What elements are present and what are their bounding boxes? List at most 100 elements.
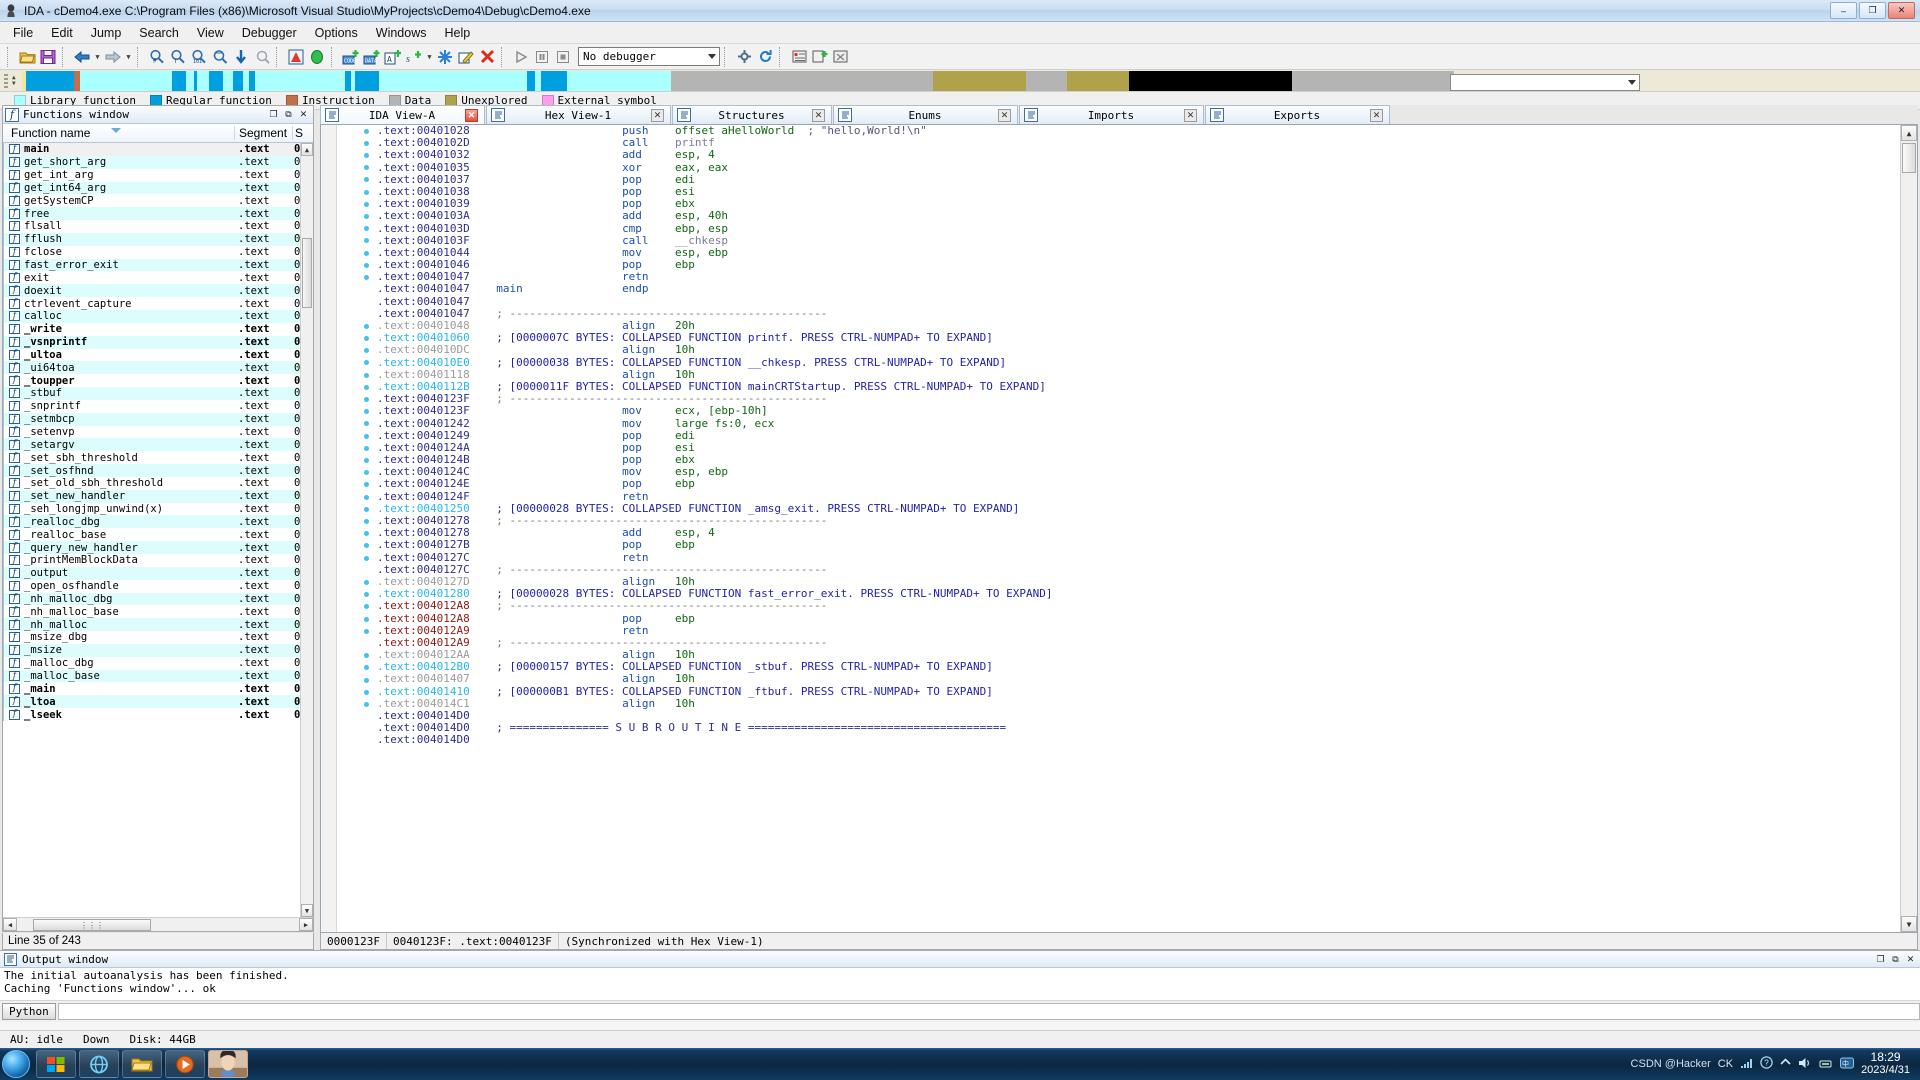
breakpoint-dot-icon[interactable] — [364, 677, 369, 683]
debug-options-icon[interactable] — [734, 47, 754, 67]
tab-close-icon[interactable]: ✕ — [465, 108, 478, 122]
navband-segment[interactable] — [567, 70, 671, 91]
search-hash-icon[interactable]: # — [147, 47, 167, 67]
function-list-row[interactable]: f _realloc_base .text 0 — [3, 528, 313, 542]
function-list-row[interactable]: f _stbuf .text 0 — [3, 387, 313, 400]
pause-icon[interactable] — [532, 47, 552, 67]
breakpoint-dot-icon[interactable] — [364, 543, 369, 549]
breakpoint-dot-icon[interactable] — [364, 396, 369, 402]
make-array-icon[interactable]: s — [404, 47, 424, 67]
view-tabstrip[interactable]: IDA View-A ✕ Hex View-1 ✕ Structures ✕ Enums ✕ I… — [320, 105, 1918, 124]
tab-hex-view-1[interactable]: Hex View-1 ✕ — [486, 105, 671, 124]
navband-segment[interactable] — [671, 70, 933, 91]
breakpoint-dot-icon[interactable] — [364, 445, 369, 451]
breakpoint-dot-icon[interactable] — [364, 470, 369, 476]
undefine-icon[interactable] — [477, 47, 497, 67]
navband-segment[interactable] — [172, 70, 186, 91]
breakpoint-dot-icon[interactable] — [364, 201, 369, 207]
navband-segment[interactable] — [1292, 70, 1454, 91]
jump-query-icon[interactable] — [252, 47, 272, 67]
breakpoint-dot-icon[interactable] — [364, 653, 369, 659]
navband-segment[interactable] — [233, 70, 243, 91]
breakpoint-dot-icon[interactable] — [364, 506, 369, 512]
navband-segment[interactable] — [933, 70, 1026, 91]
tab-close-icon[interactable]: ✕ — [651, 108, 664, 122]
tray-network-icon[interactable] — [1740, 1057, 1753, 1072]
back-arrow-icon[interactable] — [72, 47, 92, 67]
function-list-row[interactable]: f free .text 0 — [3, 207, 313, 221]
function-list-row[interactable]: f _nh_malloc_dbg .text 0 — [3, 592, 313, 606]
menu-view[interactable]: View — [188, 23, 233, 43]
breakpoint-dot-icon[interactable] — [364, 348, 369, 354]
breakpoint-dot-icon[interactable] — [364, 579, 369, 585]
function-list-row[interactable]: f _realloc_dbg .text 0 — [3, 515, 313, 529]
breakpoint-dot-icon[interactable] — [364, 152, 369, 158]
breakpoint-dot-icon[interactable] — [364, 189, 369, 195]
scroll-thumb[interactable] — [302, 238, 312, 308]
function-list-row[interactable]: f _open_osfhandle .text 0 — [3, 579, 313, 593]
function-list-row[interactable]: f _set_old_sbh_threshold .text 0 — [3, 476, 313, 490]
make-code-icon[interactable]: CODE — [341, 47, 361, 67]
dock-button[interactable]: ❐ — [1874, 953, 1887, 966]
jump-down-icon[interactable] — [231, 47, 251, 67]
breakpoint-dot-icon[interactable] — [364, 531, 369, 537]
breakpoint-dot-icon[interactable] — [364, 604, 369, 610]
function-list-row[interactable]: f calloc .text 0 — [3, 309, 313, 323]
taskbar-folder-icon[interactable] — [122, 1050, 162, 1078]
tray-volume-icon[interactable] — [1798, 1057, 1812, 1072]
breakpoint-dot-icon[interactable] — [364, 213, 369, 219]
breakpoint-dot-icon[interactable] — [364, 226, 369, 232]
disassembly-lines[interactable]: .text:00401028 push offset aHelloWorld ;… — [377, 125, 1899, 932]
back-dropdown-icon[interactable]: ▼ — [93, 47, 102, 67]
function-list-row[interactable]: f _query_new_handler .text 0 — [3, 541, 313, 554]
float-button[interactable]: ⧉ — [1889, 953, 1902, 966]
breakpoint-dot-icon[interactable] — [364, 616, 369, 622]
menu-edit[interactable]: Edit — [42, 23, 82, 43]
function-list-row[interactable]: f _ultoa .text 0 — [3, 348, 313, 362]
breakpoint-dot-icon[interactable] — [364, 165, 369, 171]
add-breakpoint-icon[interactable] — [810, 47, 830, 67]
function-list-row[interactable]: f _msize .text 0 — [3, 643, 313, 657]
function-list-row[interactable]: f exit .text 0 — [3, 271, 313, 285]
navband-segment[interactable] — [26, 70, 74, 91]
function-list-row[interactable]: f _set_new_handler .text 0 — [3, 489, 313, 503]
breakpoint-dot-icon[interactable] — [364, 335, 369, 341]
function-list-row[interactable]: f _ui64toa .text 0 — [3, 361, 313, 375]
function-list-row[interactable]: f _main .text 0 — [3, 682, 313, 696]
refresh-icon[interactable] — [755, 47, 775, 67]
function-list-row[interactable]: f fast_error_exit .text 0 — [3, 258, 313, 272]
tab-close-icon[interactable]: ✕ — [1184, 108, 1197, 122]
function-list-row[interactable]: f doexit .text 0 — [3, 284, 313, 298]
function-list-row[interactable]: f _output .text 0 — [3, 566, 313, 580]
tab-close-icon[interactable]: ✕ — [998, 108, 1011, 122]
disassembly-vertical-scrollbar[interactable]: ▲ ▼ — [1900, 125, 1917, 932]
function-list-row[interactable]: f _vsnprintf .text 0 — [3, 335, 313, 349]
navband-segment[interactable] — [197, 70, 209, 91]
breakpoint-dot-icon[interactable] — [364, 433, 369, 439]
scroll-down-icon[interactable]: ▼ — [1901, 916, 1917, 932]
navband-jump-box[interactable] — [1450, 74, 1640, 91]
navband-strip[interactable] — [22, 70, 1454, 91]
breakpoint-dot-icon[interactable] — [364, 177, 369, 183]
menu-windows[interactable]: Windows — [367, 23, 436, 43]
function-list-row[interactable]: f get_int64_arg .text 0 — [3, 181, 313, 195]
scroll-left-icon[interactable]: ◀ — [3, 918, 17, 931]
function-list-row[interactable]: f _set_osfhnd .text 0 — [3, 464, 313, 477]
tab-imports[interactable]: Imports ✕ — [1019, 105, 1204, 124]
breakpoint-dot-icon[interactable] — [364, 360, 369, 366]
hscroll-thumb[interactable]: ⋮⋮⋮ — [33, 919, 151, 931]
breakpoint-dot-icon[interactable] — [364, 592, 369, 598]
function-list-row[interactable]: f _write .text 0 — [3, 322, 313, 336]
menu-jump[interactable]: Jump — [82, 23, 131, 43]
navband-segment[interactable] — [1067, 70, 1129, 91]
column-header-function-name[interactable]: Function name — [3, 126, 235, 140]
breakpoint-dot-icon[interactable] — [364, 128, 369, 134]
close-panel-button[interactable]: ✕ — [297, 108, 310, 121]
command-input[interactable] — [57, 1003, 1920, 1020]
breakpoint-dot-icon[interactable] — [364, 323, 369, 329]
taskbar-clock[interactable]: 18:29 2023/4/31 — [1861, 1051, 1916, 1077]
breakpoint-dot-icon[interactable] — [364, 372, 369, 378]
navband-segment[interactable] — [541, 70, 567, 91]
make-data-icon[interactable]: DATA — [362, 47, 382, 67]
edit-function-icon[interactable] — [456, 47, 476, 67]
